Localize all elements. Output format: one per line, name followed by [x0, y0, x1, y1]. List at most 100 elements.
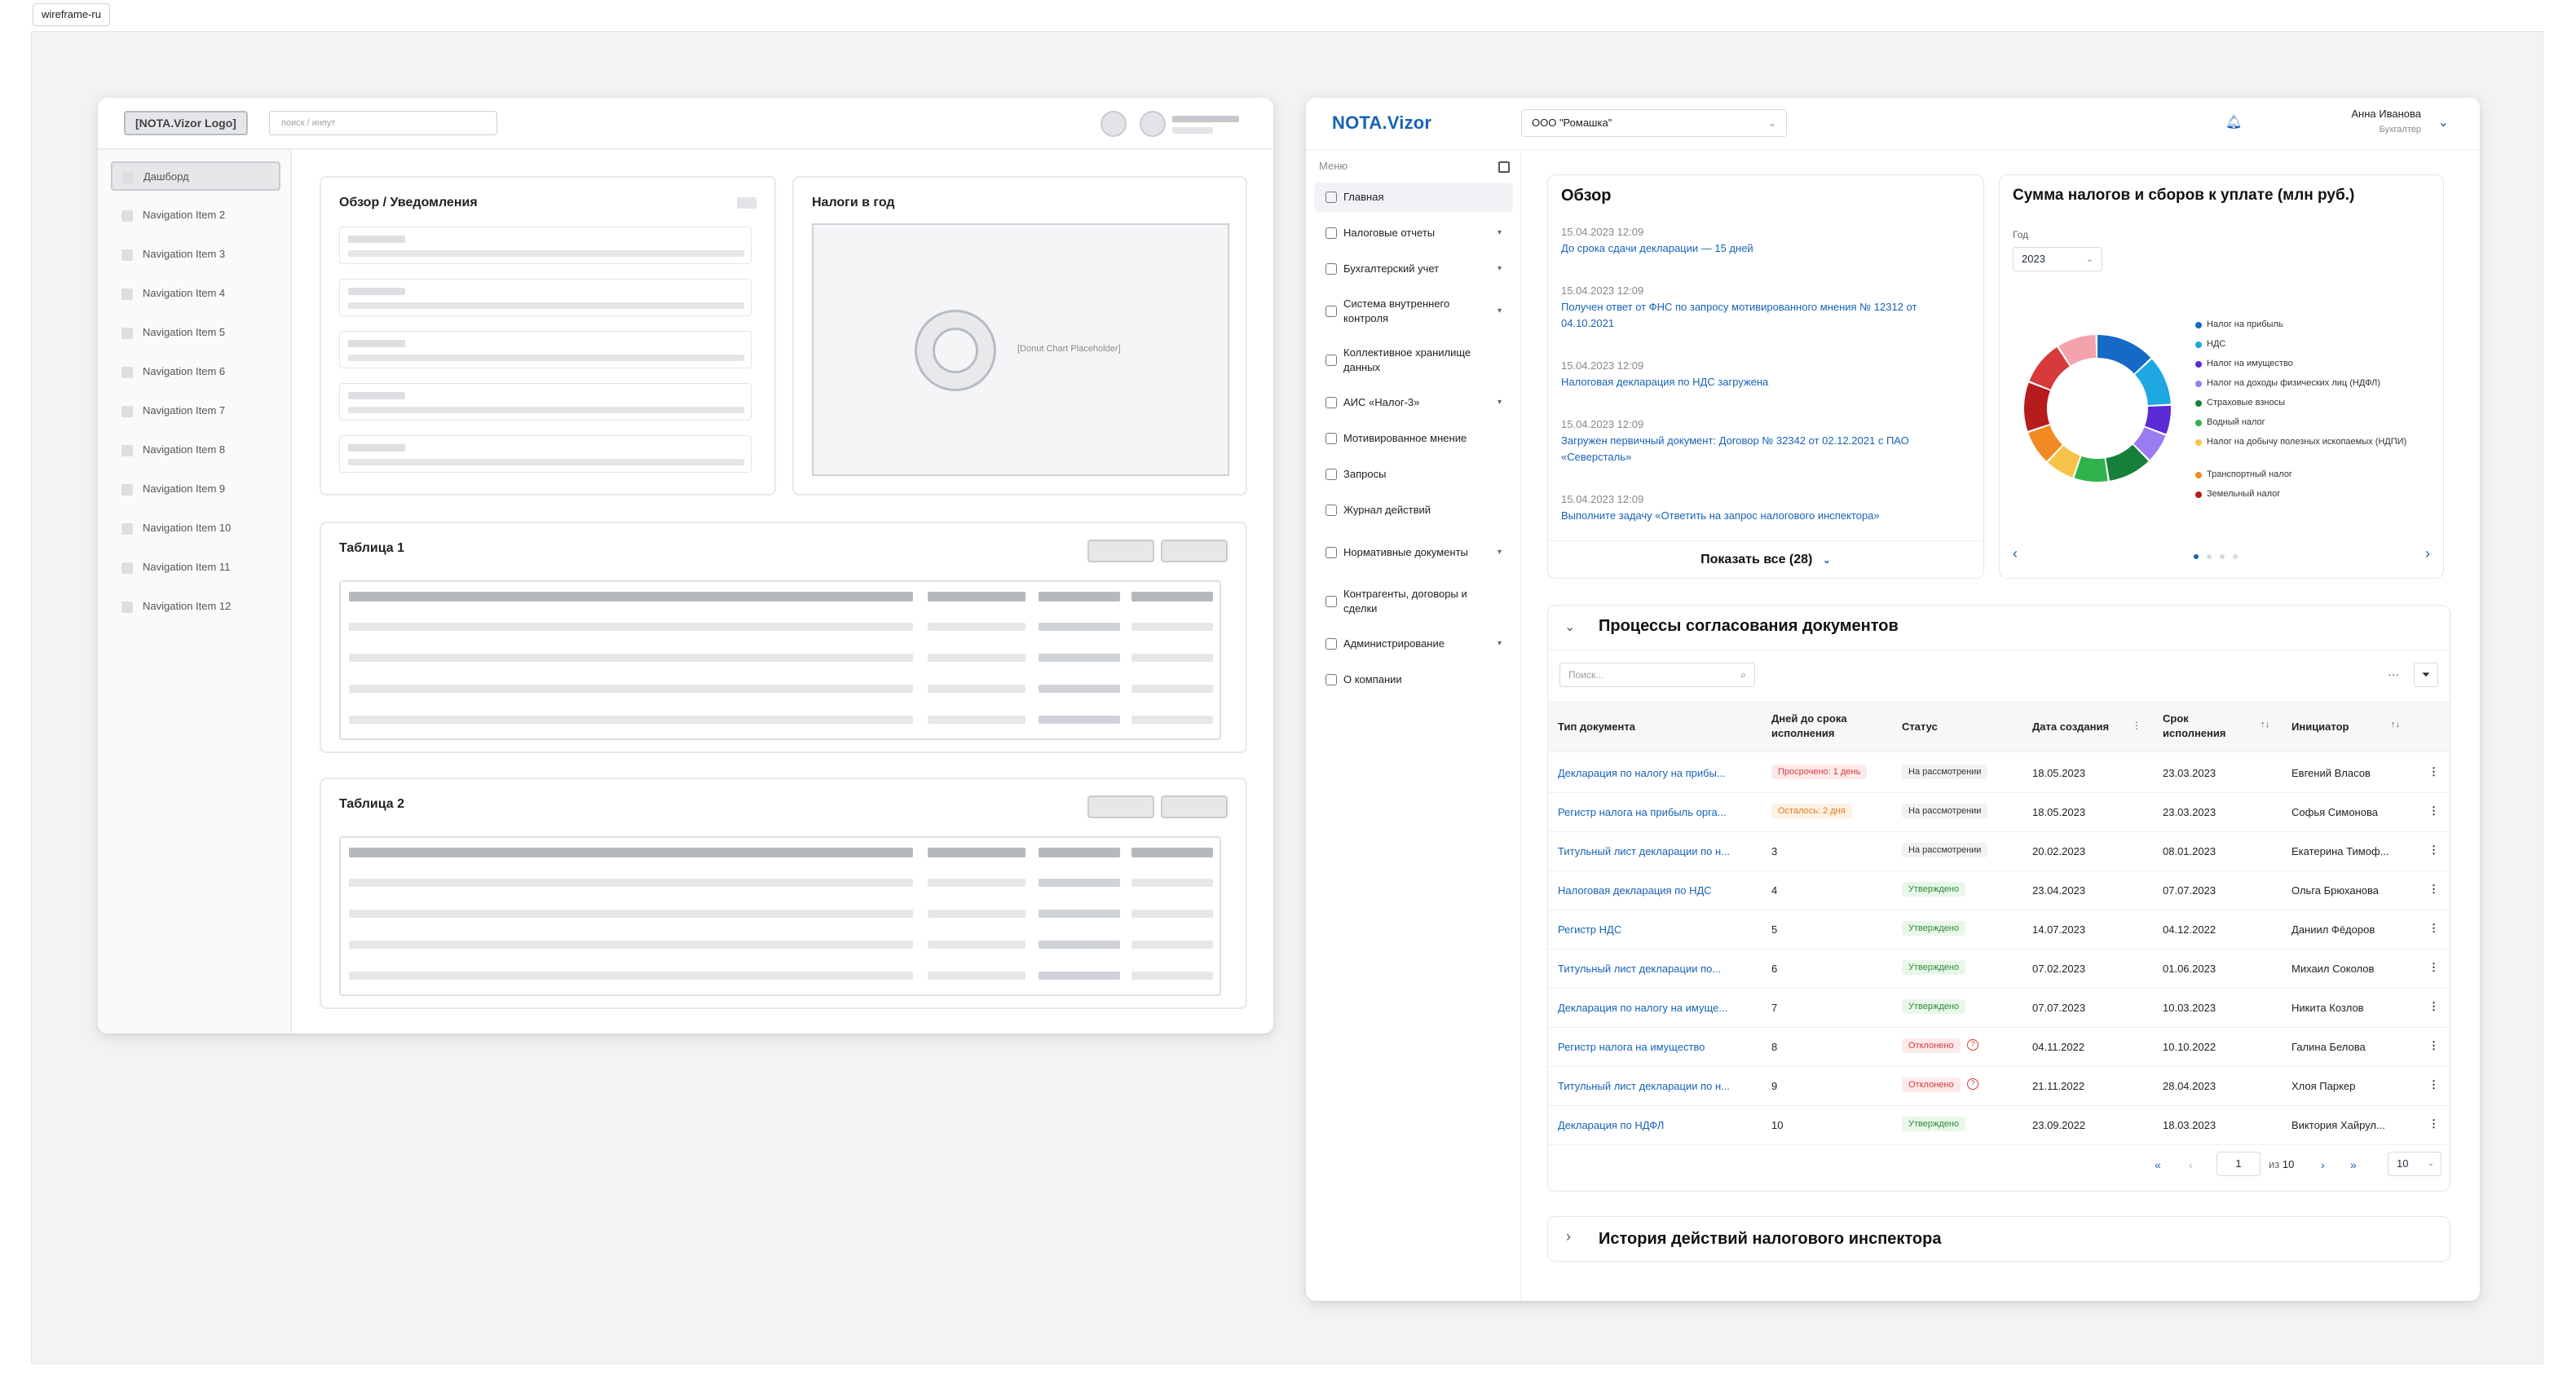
document-type-link[interactable]: Регистр НДС	[1558, 923, 1621, 936]
carousel-dot[interactable]	[2207, 554, 2212, 559]
sidebar-item[interactable]: Главная	[1314, 183, 1513, 212]
overview-item-link[interactable]: Выполните задачу «Ответить на запрос нал…	[1561, 508, 1969, 524]
sidebar-item[interactable]: Коллективное хранилище данных	[1314, 339, 1513, 381]
bell-icon[interactable]: 🔔︎	[2225, 114, 2242, 130]
prev-page-icon[interactable]: ‹	[2189, 1158, 2193, 1171]
year-select-value: 2023	[2022, 253, 2045, 265]
document-type-link[interactable]: Титульный лист декларации по...	[1558, 963, 1721, 975]
info-icon[interactable]: ?	[1967, 1039, 1978, 1051]
document-type-link[interactable]: Регистр налога на имущество	[1558, 1041, 1705, 1053]
sidebar-item[interactable]: Администрирование ▾	[1314, 629, 1513, 659]
wireframe-nav-item[interactable]: Navigation Item 8	[111, 435, 280, 465]
wireframe-nav-item[interactable]: Navigation Item 9	[111, 474, 280, 504]
wireframe-nav-item[interactable]: Navigation Item 4	[111, 279, 280, 308]
donut-segment[interactable]	[2074, 456, 2108, 482]
row-menu-icon[interactable]: ⋮	[2428, 1000, 2439, 1013]
processes-search-input[interactable]: Поиск... ⌕	[1559, 663, 1755, 687]
column-menu-icon[interactable]: ⋮	[2132, 720, 2142, 731]
wireframe-nav-item[interactable]: Navigation Item 2	[111, 201, 280, 230]
row-menu-icon[interactable]: ⋮	[2428, 1039, 2439, 1052]
overview-item-link[interactable]: До срока сдачи декларации — 15 дней	[1561, 240, 1969, 257]
wireframe-table-cell	[1039, 716, 1120, 724]
overview-item-link[interactable]: Налоговая декларация по НДС загружена	[1561, 374, 1969, 390]
wireframe-button[interactable]	[1161, 795, 1228, 818]
more-options-icon[interactable]: ···	[2388, 668, 2399, 681]
wireframe-search-input[interactable]: поиск / инпут	[269, 111, 497, 135]
show-all-button[interactable]: Показать все (28) ⌄	[1548, 540, 1983, 578]
filter-icon[interactable]: ⏷	[2414, 663, 2438, 687]
due-date: 10.03.2023	[2163, 1002, 2217, 1014]
expand-chevron-icon[interactable]: ›	[1566, 1228, 1571, 1245]
row-menu-icon[interactable]: ⋮	[2428, 844, 2439, 857]
wireframe-nav-item[interactable]: Navigation Item 11	[111, 553, 280, 582]
sort-icon[interactable]: ↑↓	[2391, 720, 2400, 729]
wireframe-nav-item[interactable]: Navigation Item 12	[111, 592, 280, 621]
row-menu-icon[interactable]: ⋮	[2428, 765, 2439, 778]
sidebar-item[interactable]: Мотивированное мнение	[1314, 424, 1513, 453]
wireframe-nav-item[interactable]: Navigation Item 7	[111, 396, 280, 425]
wireframe-button[interactable]	[1161, 540, 1228, 562]
user-menu-chevron-icon[interactable]: ⌄	[2438, 114, 2449, 130]
table-header-cell[interactable]: Статус	[1902, 720, 2024, 734]
company-select[interactable]: ООО "Ромашка" ⌄	[1521, 109, 1787, 137]
sidebar-item[interactable]: Налоговые отчеты ▾	[1314, 218, 1513, 248]
year-select[interactable]: 2023 ⌄	[2013, 247, 2102, 271]
row-menu-icon[interactable]: ⋮	[2428, 1117, 2439, 1130]
document-type-link[interactable]: Налоговая декларация по НДС	[1558, 884, 1712, 897]
row-menu-icon[interactable]: ⋮	[2428, 1078, 2439, 1091]
chart-next-icon[interactable]: ›	[2425, 545, 2430, 562]
document-type-link[interactable]: Титульный лист декларации по н...	[1558, 845, 1730, 857]
sidebar-item[interactable]: АИС «Налог-3» ▾	[1314, 388, 1513, 417]
wireframe-nav-item[interactable]: Navigation Item 3	[111, 240, 280, 269]
sidebar-item[interactable]: Контрагенты, договоры и сделки	[1314, 580, 1513, 623]
sidebar-item[interactable]: О компании	[1314, 665, 1513, 694]
info-icon[interactable]: ?	[1967, 1078, 1978, 1090]
document-type-link[interactable]: Декларация по НДФЛ	[1558, 1119, 1664, 1131]
overview-item-link[interactable]: Загружен первичный документ: Договор № 3…	[1561, 433, 1969, 465]
wireframe-avatar-placeholder[interactable]	[1140, 111, 1166, 137]
document-type-link[interactable]: Титульный лист декларации по н...	[1558, 1080, 1730, 1092]
row-menu-icon[interactable]: ⋮	[2428, 961, 2439, 974]
wireframe-nav-item[interactable]: Navigation Item 10	[111, 513, 280, 543]
collapse-chevron-icon[interactable]: ⌄	[1564, 619, 1575, 635]
donut-segment[interactable]	[2024, 382, 2050, 431]
overview-card: Обзор Показать все (28) ⌄ 15.04.2023 12:…	[1547, 174, 1984, 579]
sidebar-collapse-icon[interactable]	[1498, 161, 1510, 173]
wireframe-button[interactable]	[1087, 540, 1154, 562]
first-page-icon[interactable]: «	[2155, 1158, 2161, 1171]
table-header-cell[interactable]: Дней до срока исполнения	[1771, 712, 1877, 741]
wireframe-nav-item[interactable]: Navigation Item 6	[111, 357, 280, 386]
wireframe-menu-icon[interactable]	[737, 197, 756, 209]
page-input[interactable]: 1	[2217, 1152, 2261, 1176]
sidebar-item[interactable]: Запросы	[1314, 460, 1513, 489]
row-menu-icon[interactable]: ⋮	[2428, 922, 2439, 935]
table-header-cell[interactable]: Срок исполнения	[2163, 712, 2252, 741]
sidebar-item[interactable]: Система внутреннего контроля ▾	[1314, 290, 1513, 333]
wireframe-button[interactable]	[1087, 795, 1154, 818]
sidebar-item[interactable]: Бухгалтерский учет ▾	[1314, 254, 1513, 284]
table-header-cell[interactable]: Тип документа	[1558, 720, 1680, 734]
next-page-icon[interactable]: ›	[2321, 1158, 2325, 1171]
wireframe-nav-item[interactable]: Дашборд	[111, 161, 280, 191]
sidebar-item[interactable]: Нормативные документы ▾	[1314, 531, 1513, 574]
row-menu-icon[interactable]: ⋮	[2428, 804, 2439, 817]
wireframe-nav-item[interactable]: Navigation Item 5	[111, 318, 280, 347]
sidebar-item[interactable]: Журнал действий	[1314, 496, 1513, 525]
last-page-icon[interactable]: »	[2350, 1158, 2357, 1171]
history-card[interactable]: › История действий налогового инспектора	[1547, 1216, 2450, 1262]
carousel-dot[interactable]	[2233, 554, 2238, 559]
sort-icon[interactable]: ↑↓	[2261, 720, 2269, 729]
menu-icon	[1325, 674, 1337, 685]
user-info[interactable]: Анна Иванова Бухгалтер	[2351, 108, 2421, 134]
carousel-dot-active[interactable]	[2194, 554, 2199, 559]
chart-prev-icon[interactable]: ‹	[2013, 545, 2018, 562]
carousel-dot[interactable]	[2220, 554, 2225, 559]
document-type-link[interactable]: Декларация по налогу на прибы...	[1558, 767, 1726, 779]
overview-item-link[interactable]: Получен ответ от ФНС по запросу мотивиро…	[1561, 299, 1969, 332]
wireframe-icon-placeholder[interactable]	[1101, 111, 1127, 137]
row-menu-icon[interactable]: ⋮	[2428, 883, 2439, 896]
document-type-link[interactable]: Регистр налога на прибыль орга...	[1558, 806, 1727, 818]
page-size-select[interactable]: 10 ⌄	[2388, 1152, 2441, 1176]
app-logo[interactable]: NOTA.Vizor	[1332, 112, 1431, 134]
document-type-link[interactable]: Декларация по налогу на имуще...	[1558, 1002, 1727, 1014]
